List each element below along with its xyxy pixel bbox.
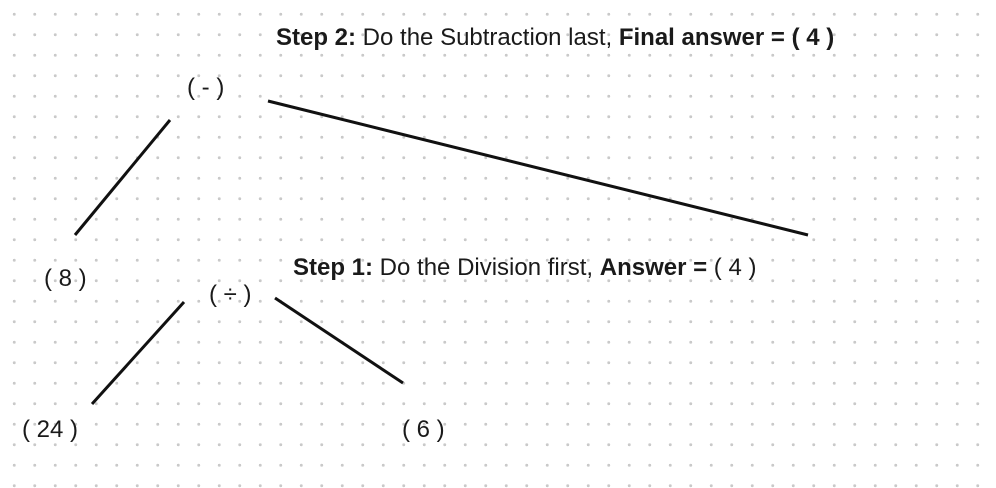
- tree-edges: [73, 99, 809, 406]
- step-1-label: Step 1:: [293, 254, 374, 281]
- node-eight: ( 8 ): [44, 265, 87, 292]
- step-2-text: Do the Subtraction last,: [356, 24, 619, 51]
- step-1-answer-value: ( 4 ): [713, 254, 757, 281]
- step-2-caption: Step 2: Do the Subtraction last, Final a…: [276, 26, 834, 50]
- step-1-text: Do the Division first,: [373, 254, 600, 281]
- node-twentyfour: ( 24 ): [22, 416, 79, 443]
- order-of-operations-tree: Step 2: Do the Subtraction last, Final a…: [0, 0, 996, 488]
- node-six: ( 6 ): [402, 416, 445, 443]
- step-2-label: Step 2:: [276, 24, 357, 51]
- step-2-final-answer: Final answer = ( 4 ): [618, 24, 835, 51]
- step-1-caption: Step 1: Do the Division first, Answer = …: [293, 256, 756, 280]
- step-1-answer-label: Answer =: [599, 254, 714, 281]
- node-subtraction: ( - ): [187, 74, 225, 101]
- edge-minus-to-eight: [73, 119, 172, 236]
- edge-divide-to-twentyfour: [90, 300, 186, 406]
- edge-minus-to-four: [267, 99, 809, 237]
- edge-divide-to-six: [274, 296, 404, 385]
- node-division: ( ÷ ): [209, 281, 252, 308]
